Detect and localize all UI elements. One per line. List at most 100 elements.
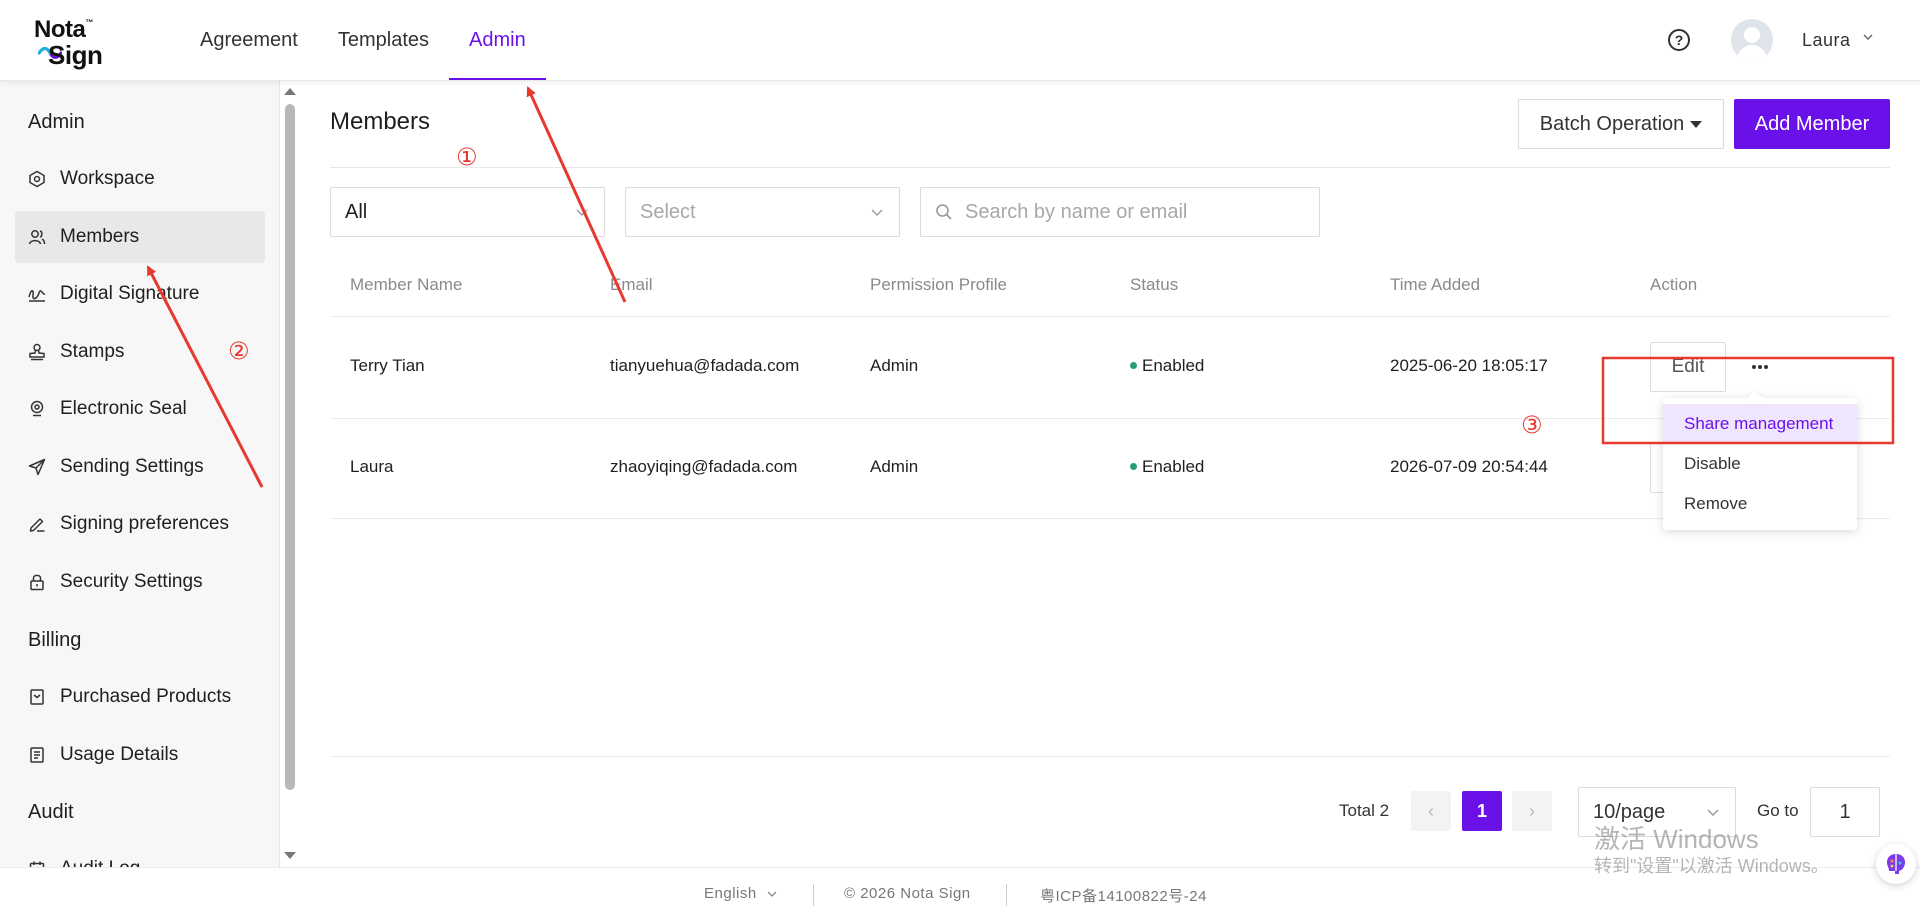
sidebar-item-workspace[interactable]: Workspace [15,153,265,205]
annotation-marker-3: ③ [1521,411,1543,439]
next-page-button[interactable]: › [1512,791,1552,831]
nav-tab-agreement[interactable]: Agreement [180,0,318,80]
calendar-icon [29,861,45,867]
cell-permission-profile: Admin [870,356,919,375]
sidebar-item-label: Audit Log [60,858,140,867]
sidebar-section-billing: Billing [28,629,82,651]
language-selector[interactable]: English [704,885,757,902]
top-header: Nota™ Sign Agreement Templates Admin ? L… [0,0,1920,81]
avatar[interactable] [1731,19,1773,61]
chevron-down-icon[interactable] [767,889,777,899]
windows-watermark-subtitle: 转到"设置"以激活 Windows。 [1594,856,1829,876]
divider [1006,884,1007,906]
sidebar-section-admin: Admin [28,111,85,133]
sidebar-section-audit: Audit [28,801,74,823]
send-icon [28,458,46,476]
cell-member-name: Terry Tian [350,356,425,375]
signature-icon [28,290,46,302]
batch-operation-button[interactable]: Batch Operation [1518,99,1724,149]
ai-brain-icon [1887,853,1905,874]
chevron-down-icon [871,209,883,216]
divider [813,884,814,906]
members-icon [28,230,46,245]
profile-filter-placeholder: Select [640,200,696,223]
nav-tab-templates[interactable]: Templates [318,0,449,80]
workspace-icon [29,170,45,188]
sidebar-item-members[interactable]: Members [15,211,265,263]
column-header-time-added: Time Added [1390,275,1481,294]
chevron-down-icon [576,209,588,216]
edit-button[interactable]: Edit [1650,342,1726,392]
sidebar-item-label: Workspace [60,168,155,189]
goto-page-input[interactable] [1810,787,1880,837]
sidebar-item-label: Security Settings [60,571,203,592]
divider [330,756,1890,757]
annotation-marker-1: ① [456,143,478,171]
sidebar-item-label: Members [60,226,140,247]
search-input[interactable] [965,200,1305,224]
page-number-button[interactable]: 1 [1462,791,1502,831]
search-box [920,187,1320,237]
sidebar: Admin Workspace Members Digital Signatur… [0,81,280,867]
sidebar-item-signing-preferences[interactable]: Signing preferences [15,498,265,550]
help-icon[interactable]: ? [1668,29,1690,51]
chevron-down-icon[interactable] [1863,32,1873,42]
status-dot [1130,463,1137,471]
sidebar-item-label: Stamps [60,341,125,362]
sidebar-item-purchased-products[interactable]: Purchased Products [15,671,265,723]
column-header-status: Status [1130,275,1179,294]
cell-email: tianyuehua@fadada.com [610,356,800,375]
icp-link[interactable]: 粤ICP备14100822号-24 [1040,885,1207,906]
status-filter-select[interactable]: All [330,187,605,237]
add-member-button[interactable]: Add Member [1734,99,1890,149]
cell-time-added: 2026-07-09 20:54:44 [1390,457,1548,476]
caret-down-icon [1690,120,1703,128]
logo-text-sign: Sign [48,40,103,70]
assistant-float-button[interactable] [1876,844,1916,884]
column-header-permission-profile: Permission Profile [870,275,1007,294]
status-dot [1130,362,1137,370]
profile-filter-select[interactable]: Select [625,187,900,237]
more-options-icon[interactable] [1748,361,1772,373]
sidebar-scroll-thumb[interactable] [285,104,295,790]
sidebar-item-label: Sending Settings [60,456,204,477]
sidebar-item-electronic-seal[interactable]: Electronic Seal [15,383,265,435]
divider [330,167,1890,168]
sidebar-item-digital-signature[interactable]: Digital Signature [15,268,265,320]
sidebar-item-label: Electronic Seal [60,398,187,419]
sidebar-item-usage-details[interactable]: Usage Details [15,729,265,781]
status-text: Enabled [1142,356,1205,375]
nav-tab-admin[interactable]: Admin [449,0,546,80]
column-header-member-name: Member Name [350,275,463,294]
status-text: Enabled [1142,457,1205,476]
menu-item-disable[interactable]: Disable [1663,444,1857,484]
cell-email: zhaoyiqing@fadada.com [610,457,798,476]
search-icon [936,204,952,220]
sidebar-item-label: Usage Details [60,744,179,765]
sidebar-item-sending-settings[interactable]: Sending Settings [15,441,265,493]
copyright-text: © 2026 Nota Sign [844,885,971,902]
nota-sign-logo[interactable]: Nota™ Sign [32,16,117,70]
windows-watermark-title: 激活 Windows [1594,824,1759,854]
sidebar-item-security-settings[interactable]: Security Settings [15,556,265,608]
scroll-up-arrow-icon[interactable] [284,88,296,95]
seal-icon [30,400,44,417]
divider [330,518,1890,519]
cell-time-added: 2025-06-20 18:05:17 [1390,356,1548,375]
annotation-marker-2: ② [228,337,250,365]
stamp-icon [29,343,45,361]
document-icon [30,747,44,763]
sidebar-item-audit-log[interactable]: Audit Log [15,843,265,867]
prev-page-button[interactable]: ‹ [1411,791,1451,831]
total-count: Total 2 [1339,801,1390,820]
divider [330,418,1890,419]
sidebar-item-label: Digital Signature [60,283,200,304]
menu-item-remove[interactable]: Remove [1663,484,1857,524]
more-options-dropdown: Share management Disable Remove [1663,389,1857,530]
user-name[interactable]: Laura [1802,30,1851,51]
cell-status: Enabled [1130,356,1204,376]
scroll-down-arrow-icon[interactable] [284,852,296,859]
status-filter-value: All [345,200,368,223]
menu-item-share-management[interactable]: Share management [1663,404,1857,444]
product-icon [30,689,44,705]
